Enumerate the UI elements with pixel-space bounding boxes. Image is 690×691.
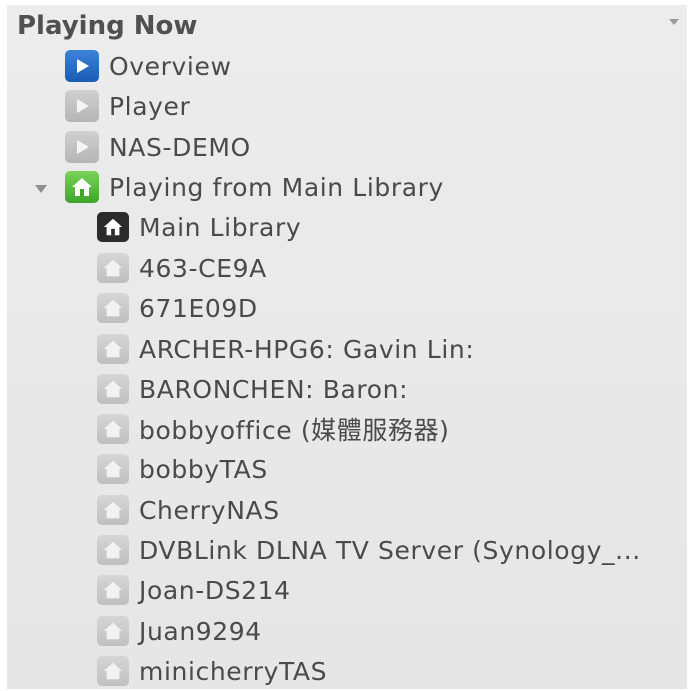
library-label: bobbyTAS	[139, 454, 268, 484]
expand-chevron-icon[interactable]	[35, 185, 47, 193]
zone-item-overview[interactable]: Overview	[65, 48, 232, 84]
home-icon	[97, 616, 129, 646]
zone-label: Player	[109, 91, 191, 121]
library-group-label: Playing from Main Library	[109, 172, 444, 202]
playing-now-header[interactable]: Playing Now	[17, 9, 197, 43]
play-icon	[65, 131, 99, 163]
zone-item-nas-demo[interactable]: NAS-DEMO	[65, 129, 251, 165]
library-label: minicherryTAS	[139, 656, 328, 686]
library-item[interactable]: 671E09D	[97, 290, 258, 326]
library-item[interactable]: BARONCHEN: Baron:	[97, 371, 408, 407]
library-item[interactable]: Joan-DS214	[97, 572, 291, 608]
playing-now-panel: Playing Now Overview Player NAS-DEMO Pla…	[7, 5, 687, 689]
library-label: DVBLink DLNA TV Server (Synology_...	[139, 535, 641, 565]
home-icon	[97, 535, 129, 565]
library-item[interactable]: ARCHER-HPG6: Gavin Lin:	[97, 331, 474, 367]
library-label: Joan-DS214	[139, 575, 291, 605]
library-label: CherryNAS	[139, 495, 280, 525]
home-icon	[97, 293, 129, 323]
zone-label: Overview	[109, 51, 232, 81]
library-item[interactable]: Juan9294	[97, 613, 262, 649]
library-item-main-library[interactable]: Main Library	[97, 209, 301, 245]
home-icon	[65, 171, 99, 203]
library-label: BARONCHEN: Baron:	[139, 374, 409, 404]
library-group-item[interactable]: Playing from Main Library	[65, 169, 444, 205]
library-item[interactable]: CherryNAS	[97, 492, 280, 528]
home-icon	[97, 374, 129, 404]
library-label: ARCHER-HPG6: Gavin Lin:	[139, 334, 475, 364]
zone-label: NAS-DEMO	[109, 132, 251, 162]
library-item[interactable]: bobbyTAS	[97, 451, 268, 487]
library-label: 671E09D	[139, 293, 258, 323]
play-icon	[65, 90, 99, 122]
library-item[interactable]: bobbyoffice (媒體服務器)	[97, 411, 450, 447]
home-icon	[97, 334, 129, 364]
library-label: bobbyoffice (媒體服務器)	[139, 416, 450, 445]
library-label: Juan9294	[139, 616, 262, 646]
home-icon	[97, 495, 129, 525]
library-label: Main Library	[139, 212, 302, 242]
zone-item-player[interactable]: Player	[65, 88, 190, 124]
play-icon	[65, 50, 99, 82]
library-item[interactable]: 463-CE9A	[97, 250, 267, 286]
library-item[interactable]: DVBLink DLNA TV Server (Synology_...	[97, 532, 641, 568]
home-icon	[97, 656, 129, 686]
header-dropdown-arrow-icon[interactable]	[669, 19, 679, 25]
home-icon	[97, 575, 129, 605]
home-icon	[97, 253, 129, 283]
library-item[interactable]: minicherryTAS	[97, 653, 327, 689]
home-icon	[97, 414, 129, 444]
home-icon	[97, 454, 129, 484]
home-icon	[97, 212, 129, 242]
library-label: 463-CE9A	[139, 253, 267, 283]
